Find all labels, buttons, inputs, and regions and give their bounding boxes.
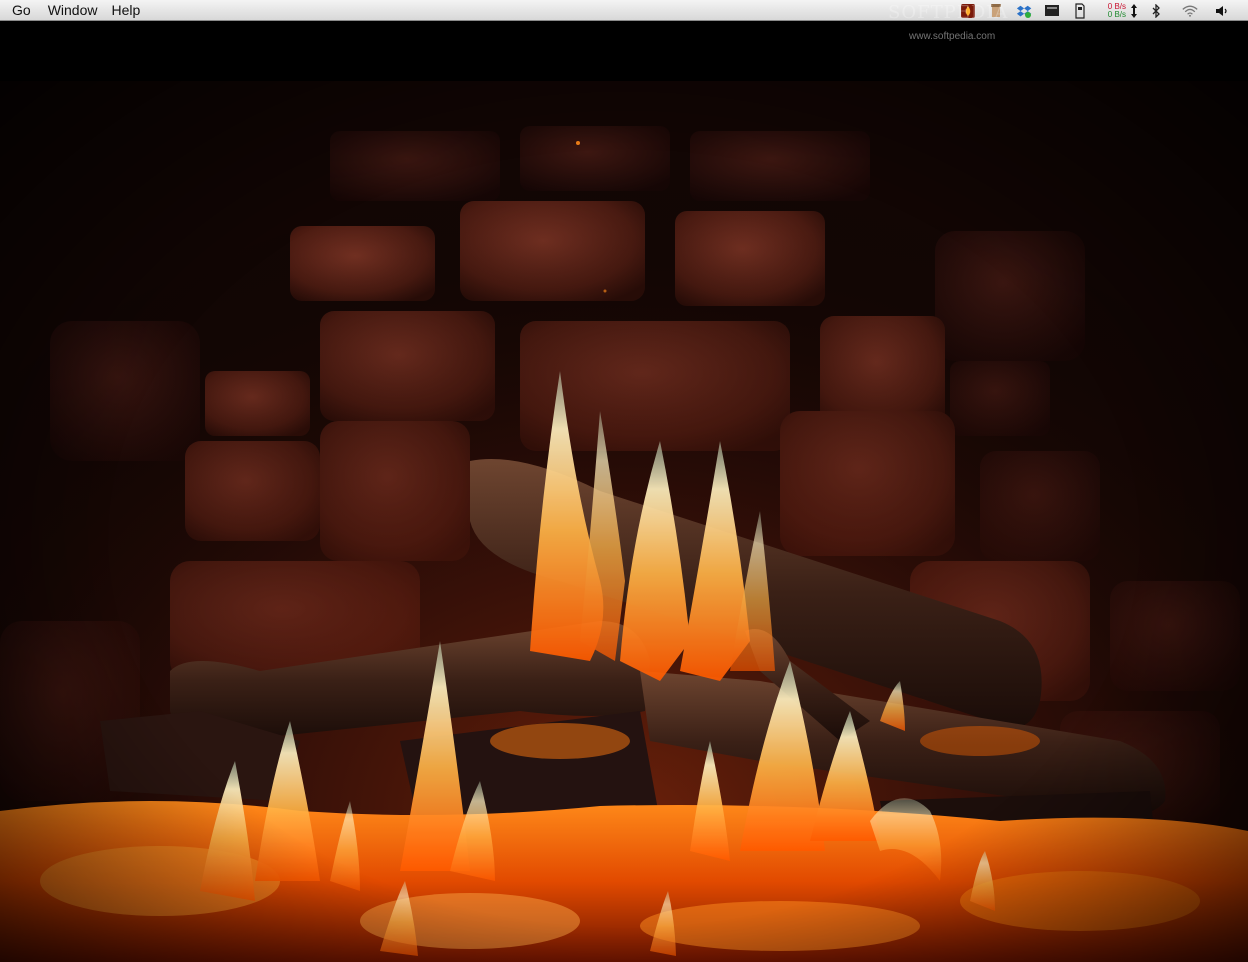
net-down-rate: 0 B/s xyxy=(1107,9,1126,19)
fireplace-scene xyxy=(0,21,1248,962)
menu-go[interactable]: Go xyxy=(0,0,41,21)
sd-card-icon[interactable] xyxy=(1072,2,1088,19)
softpedia-url: www.softpedia.com xyxy=(909,31,996,42)
network-meter: 0 B/s 0 B/s xyxy=(1107,2,1126,19)
display-icon[interactable] xyxy=(1044,3,1060,19)
fireplace-illustration xyxy=(0,21,1248,962)
net-arrows-icon xyxy=(1130,3,1138,19)
volume-icon[interactable] xyxy=(1214,3,1230,19)
dropbox-icon[interactable] xyxy=(1016,3,1032,19)
bluetooth-icon[interactable] xyxy=(1148,3,1164,19)
menu-bar: Go Window Help 0 B/s 0 B/s xyxy=(0,0,1248,21)
wifi-icon[interactable] xyxy=(1182,3,1198,19)
menu-window[interactable]: Window xyxy=(41,0,105,21)
softpedia-watermark: SOFTPEDIA xyxy=(888,2,1009,23)
menu-help[interactable]: Help xyxy=(104,0,147,21)
